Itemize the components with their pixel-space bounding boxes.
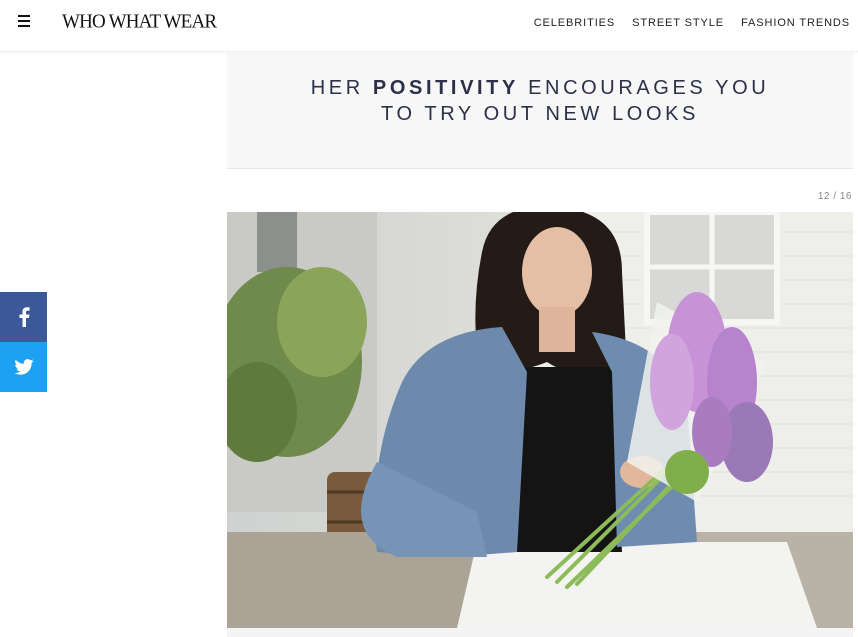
facebook-icon [19,307,30,327]
quote-line1-end: ENCOURAGES YOU [518,77,770,99]
quote-line2: TO TRY OUT NEW LOOKS [381,103,699,125]
share-bar [0,292,47,392]
twitter-icon [13,359,34,375]
photo-illustration [227,212,853,628]
site-logo[interactable]: WHO WHAT WEAR [62,10,217,33]
slide-counter: 12 / 16 [817,191,852,202]
quote-emphasis: POSITIVITY [372,77,519,99]
top-nav: CELEBRITIES STREET STYLE FASHION TRENDS [534,17,850,29]
site-header: WHO WHAT WEAR CELEBRITIES STREET STYLE F… [0,0,858,52]
hamburger-menu-icon[interactable] [16,13,36,31]
slide-photo[interactable] [227,212,853,628]
quote-text: HER POSITIVITY ENCOURAGES YOU TO TRY OUT… [227,75,853,127]
photo-caption-strip [227,628,853,637]
twitter-share-button[interactable] [0,342,47,392]
quote-line1-start: HER [310,77,373,99]
quote-panel: HER POSITIVITY ENCOURAGES YOU TO TRY OUT… [227,53,853,169]
facebook-share-button[interactable] [0,292,47,342]
nav-street-style[interactable]: STREET STYLE [632,17,724,29]
nav-celebrities[interactable]: CELEBRITIES [534,17,615,29]
nav-fashion-trends[interactable]: FASHION TRENDS [741,17,850,29]
